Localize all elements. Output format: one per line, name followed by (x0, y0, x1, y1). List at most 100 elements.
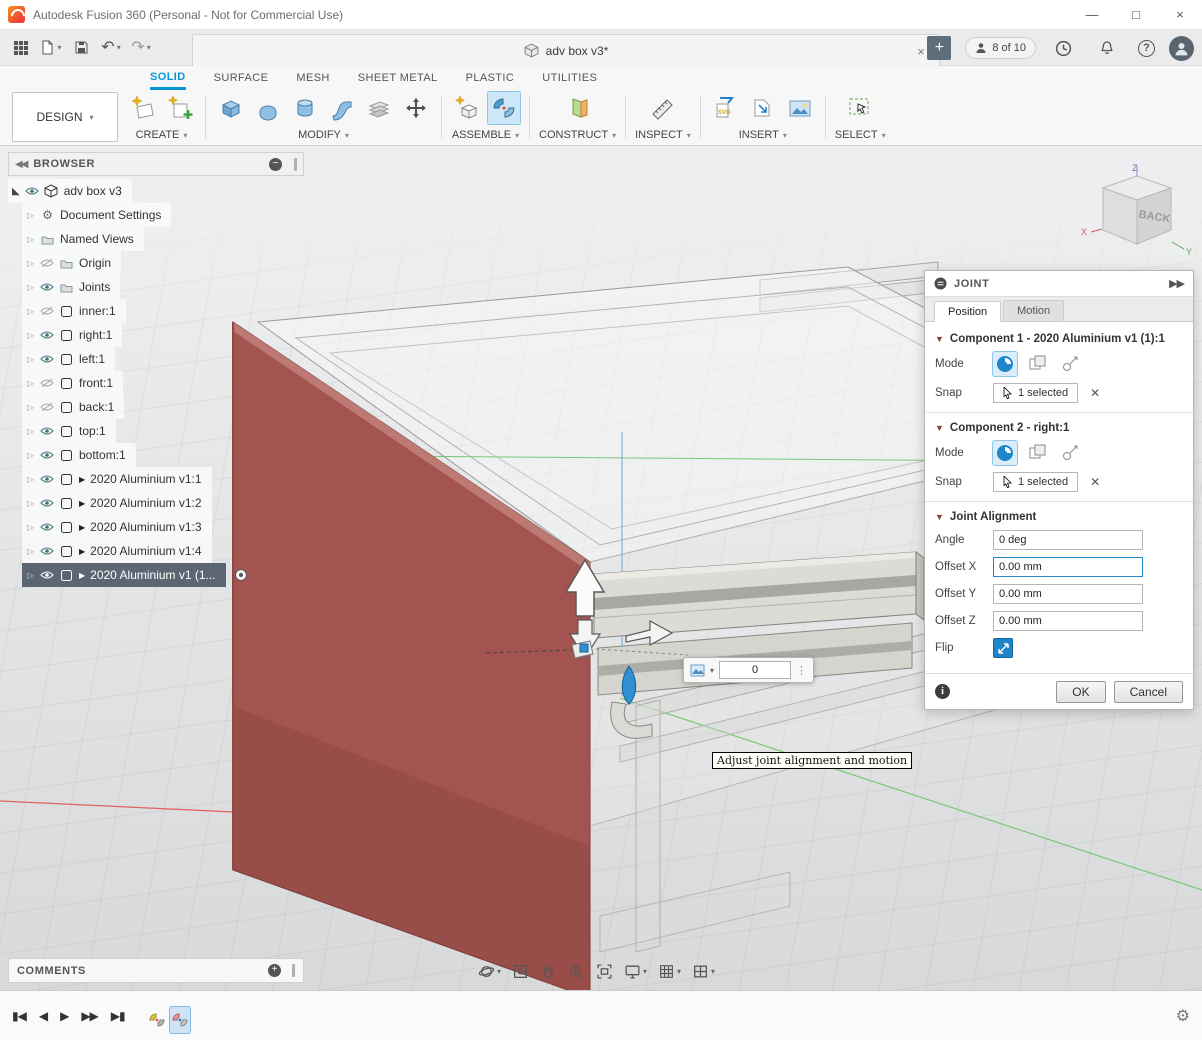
aluminium-rail-ghost[interactable] (600, 872, 790, 952)
mode-joint-origin-button[interactable] (1059, 352, 1083, 376)
group-label-create[interactable]: CREATE▾ (136, 129, 188, 141)
component2-snap-selection[interactable]: 1 selected (993, 472, 1078, 492)
user-avatar[interactable] (1169, 36, 1194, 61)
app-grid-menu-button[interactable] (8, 35, 34, 61)
document-count-badge[interactable]: 8 of 10 (965, 37, 1036, 59)
visibility-eye-icon[interactable] (40, 354, 54, 364)
browser-row-left[interactable]: ▷ left:1 (22, 347, 115, 371)
viewport-canvas[interactable]: ◀◀ BROWSER − ◣ adv box v3 ▷ ⚙ Document S… (0, 146, 1202, 990)
expand-arrow-icon[interactable]: ▷ (26, 475, 35, 484)
pan-button[interactable] (540, 963, 557, 980)
minimize-button[interactable]: — (1070, 0, 1114, 29)
expand-arrow-icon[interactable]: ▷ (26, 499, 35, 508)
joint-alignment-section-header[interactable]: ▼ Joint Alignment (935, 511, 1183, 523)
insert-derive-button[interactable] (747, 92, 779, 124)
timeline-settings-gear-icon[interactable]: ⚙ (1176, 1006, 1190, 1026)
insert-decal-button[interactable] (784, 92, 816, 124)
browser-row-joints[interactable]: ▷ Joints (22, 275, 120, 299)
collapse-panel-icon[interactable]: ◀◀ (15, 159, 26, 170)
browser-row-document-settings[interactable]: ▷ ⚙ Document Settings (22, 203, 171, 227)
component1-section-header[interactable]: ▼ Component 1 - 2020 Aluminium v1 (1):1 (935, 333, 1183, 345)
panel-resize-grip[interactable] (294, 158, 297, 171)
browser-header[interactable]: ◀◀ BROWSER − (8, 152, 304, 176)
mode-joint-origin-button[interactable] (1059, 441, 1083, 465)
comments-panel[interactable]: COMMENTS + (8, 958, 304, 983)
tab-solid[interactable]: SOLID (150, 66, 186, 90)
move-copy-button[interactable] (400, 92, 432, 124)
expand-arrow-icon[interactable]: ▷ (26, 211, 35, 220)
sweep-tool-button[interactable] (326, 92, 358, 124)
visibility-eye-off-icon[interactable] (40, 378, 54, 388)
expand-arrow-icon[interactable]: ▷ (26, 259, 35, 268)
notifications-button[interactable] (1094, 35, 1120, 61)
timeline-joint-feature-selected[interactable] (170, 1007, 190, 1033)
browser-row-front[interactable]: ▷ front:1 (22, 371, 123, 395)
group-label-insert[interactable]: INSERT▾ (739, 129, 787, 141)
expand-arrow-icon[interactable]: ▷ (26, 523, 35, 532)
expand-arrow-icon[interactable]: ▷ (26, 235, 35, 244)
visibility-eye-icon[interactable] (40, 330, 54, 340)
expand-arrow-icon[interactable]: ▷ (26, 355, 35, 364)
browser-row-aluminium-4[interactable]: ▷ ▶ 2020 Aluminium v1:4 (22, 539, 212, 563)
new-document-tab-button[interactable]: + (927, 36, 951, 60)
ok-button[interactable]: OK (1056, 681, 1105, 703)
group-label-modify[interactable]: MODIFY▾ (298, 129, 349, 141)
mode-between-two-faces-button[interactable] (1026, 352, 1050, 376)
construct-plane-button[interactable] (562, 92, 594, 124)
workspace-selector[interactable]: DESIGN ▾ (12, 92, 118, 142)
section-collapse-icon[interactable]: ▼ (935, 334, 944, 344)
browser-row-aluminium-1[interactable]: ▷ ▶ 2020 Aluminium v1:1 (22, 467, 212, 491)
document-tab[interactable]: adv box v3* × (192, 34, 940, 66)
browser-row-aluminium-5-selected[interactable]: ▷ ▶ 2020 Aluminium v1 (1... (22, 563, 226, 587)
group-label-assemble[interactable]: ASSEMBLE▾ (452, 129, 519, 141)
go-to-beginning-button[interactable]: ▮◀ (12, 1009, 26, 1023)
orbit-button[interactable]: ▾ (478, 963, 501, 980)
browser-row-aluminium-2[interactable]: ▷ ▶ 2020 Aluminium v1:2 (22, 491, 212, 515)
step-back-button[interactable]: ◀ (39, 1009, 47, 1023)
browser-row-right[interactable]: ▷ right:1 (22, 323, 122, 347)
select-tool-button[interactable] (844, 92, 876, 124)
insert-svg-button[interactable]: SVG (710, 92, 742, 124)
angle-input[interactable] (993, 530, 1143, 550)
tab-utilities[interactable]: UTILITIES (542, 66, 597, 90)
section-collapse-icon[interactable]: ▼ (935, 512, 944, 522)
browser-row-bottom[interactable]: ▷ bottom:1 (22, 443, 136, 467)
fit-button[interactable] (596, 963, 613, 980)
viewports-button[interactable]: ▾ (692, 963, 715, 980)
help-button[interactable]: ? (1138, 40, 1155, 57)
clear-selection-icon[interactable]: ✕ (1090, 475, 1100, 489)
expand-dialog-icon[interactable]: ▶▶ (1169, 277, 1184, 290)
visibility-eye-icon[interactable] (40, 282, 54, 292)
panel-resize-grip[interactable] (292, 964, 295, 977)
add-comment-icon[interactable]: + (268, 964, 281, 977)
new-sketch-button[interactable] (164, 92, 196, 124)
joint-tool-button[interactable] (488, 92, 520, 124)
split-body-button[interactable] (363, 92, 395, 124)
joint-dialog-header[interactable]: JOINT ▶▶ (925, 271, 1193, 297)
expand-arrow-icon[interactable]: ▷ (26, 571, 35, 580)
browser-row-aluminium-3[interactable]: ▷ ▶ 2020 Aluminium v1:3 (22, 515, 212, 539)
cancel-button[interactable]: Cancel (1114, 681, 1183, 703)
measure-button[interactable] (647, 92, 679, 124)
offset-z-input[interactable] (993, 611, 1143, 631)
expand-arrow-icon[interactable]: ▷ (26, 283, 35, 292)
visibility-eye-icon[interactable] (40, 570, 54, 580)
tab-motion[interactable]: Motion (1003, 300, 1064, 321)
joint-mini-toolbar[interactable]: ▾ ⋮ (683, 657, 814, 683)
press-pull-button[interactable] (252, 92, 284, 124)
tab-position[interactable]: Position (934, 301, 1001, 322)
ground-indicator-icon[interactable] (234, 568, 248, 582)
group-label-select[interactable]: SELECT▾ (835, 129, 886, 141)
minimize-panel-icon[interactable]: − (269, 158, 282, 171)
file-menu-button[interactable]: ▾ (38, 35, 64, 61)
view-cube[interactable]: Z BACK X Y (1078, 162, 1198, 262)
expand-arrow-icon[interactable]: ▷ (26, 451, 35, 460)
angle-quick-input[interactable] (719, 661, 791, 679)
redo-button[interactable]: ↷ ▾ (128, 35, 154, 61)
timeline-joint-feature[interactable] (147, 1007, 167, 1033)
browser-row-top[interactable]: ▷ top:1 (22, 419, 116, 443)
cylinder-tool-button[interactable] (289, 92, 321, 124)
expand-arrow-icon[interactable]: ▷ (26, 403, 35, 412)
zoom-button[interactable] (568, 963, 585, 980)
browser-row-origin[interactable]: ▷ Origin (22, 251, 121, 275)
